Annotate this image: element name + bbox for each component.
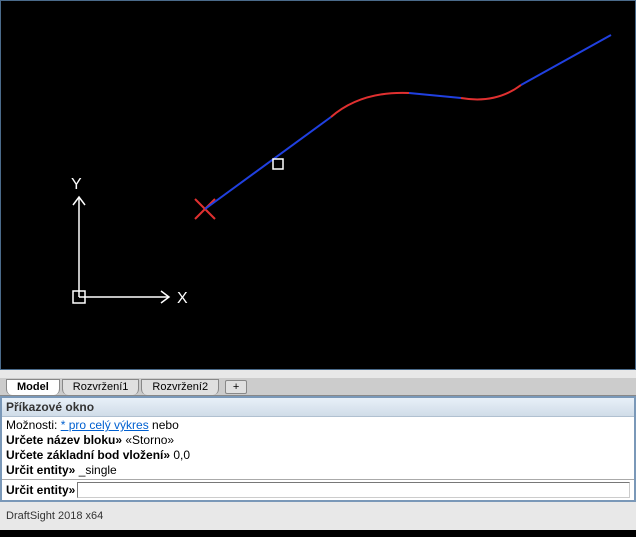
line-entity-2 [409, 93, 461, 98]
status-bar: DraftSight 2018 x64 [0, 502, 636, 530]
axis-x-label: X [177, 290, 188, 307]
tab-layout2[interactable]: Rozvržení2 [141, 379, 219, 395]
layout-tabs-bar: Model Rozvržení1 Rozvržení2 + [0, 378, 636, 396]
option-link-all[interactable]: * pro celý výkres [61, 418, 149, 432]
divider-strip [0, 370, 636, 378]
status-text: DraftSight 2018 x64 [6, 510, 103, 522]
command-prompt: Určit entity» [6, 483, 75, 497]
command-input-row: Určit entity» [2, 479, 634, 500]
arc-entity-1 [331, 93, 409, 117]
drawing-canvas: X Y [1, 1, 636, 371]
command-input[interactable] [77, 482, 630, 498]
drawing-viewport[interactable]: X Y [0, 0, 636, 370]
tab-layout1[interactable]: Rozvržení1 [62, 379, 140, 395]
axis-y-label: Y [71, 176, 82, 193]
tab-model[interactable]: Model [6, 379, 60, 395]
command-history: Možnosti: * pro celý výkres nebo Určete … [2, 417, 634, 479]
arc-entity-2 [461, 85, 521, 99]
line-entity-1 [205, 117, 331, 209]
line-entity-3 [521, 35, 611, 85]
tab-add-button[interactable]: + [225, 380, 247, 394]
pickbox-cursor [273, 159, 283, 169]
command-window-title: Příkazové okno [2, 398, 634, 417]
command-window: Příkazové okno Možnosti: * pro celý výkr… [0, 396, 636, 502]
